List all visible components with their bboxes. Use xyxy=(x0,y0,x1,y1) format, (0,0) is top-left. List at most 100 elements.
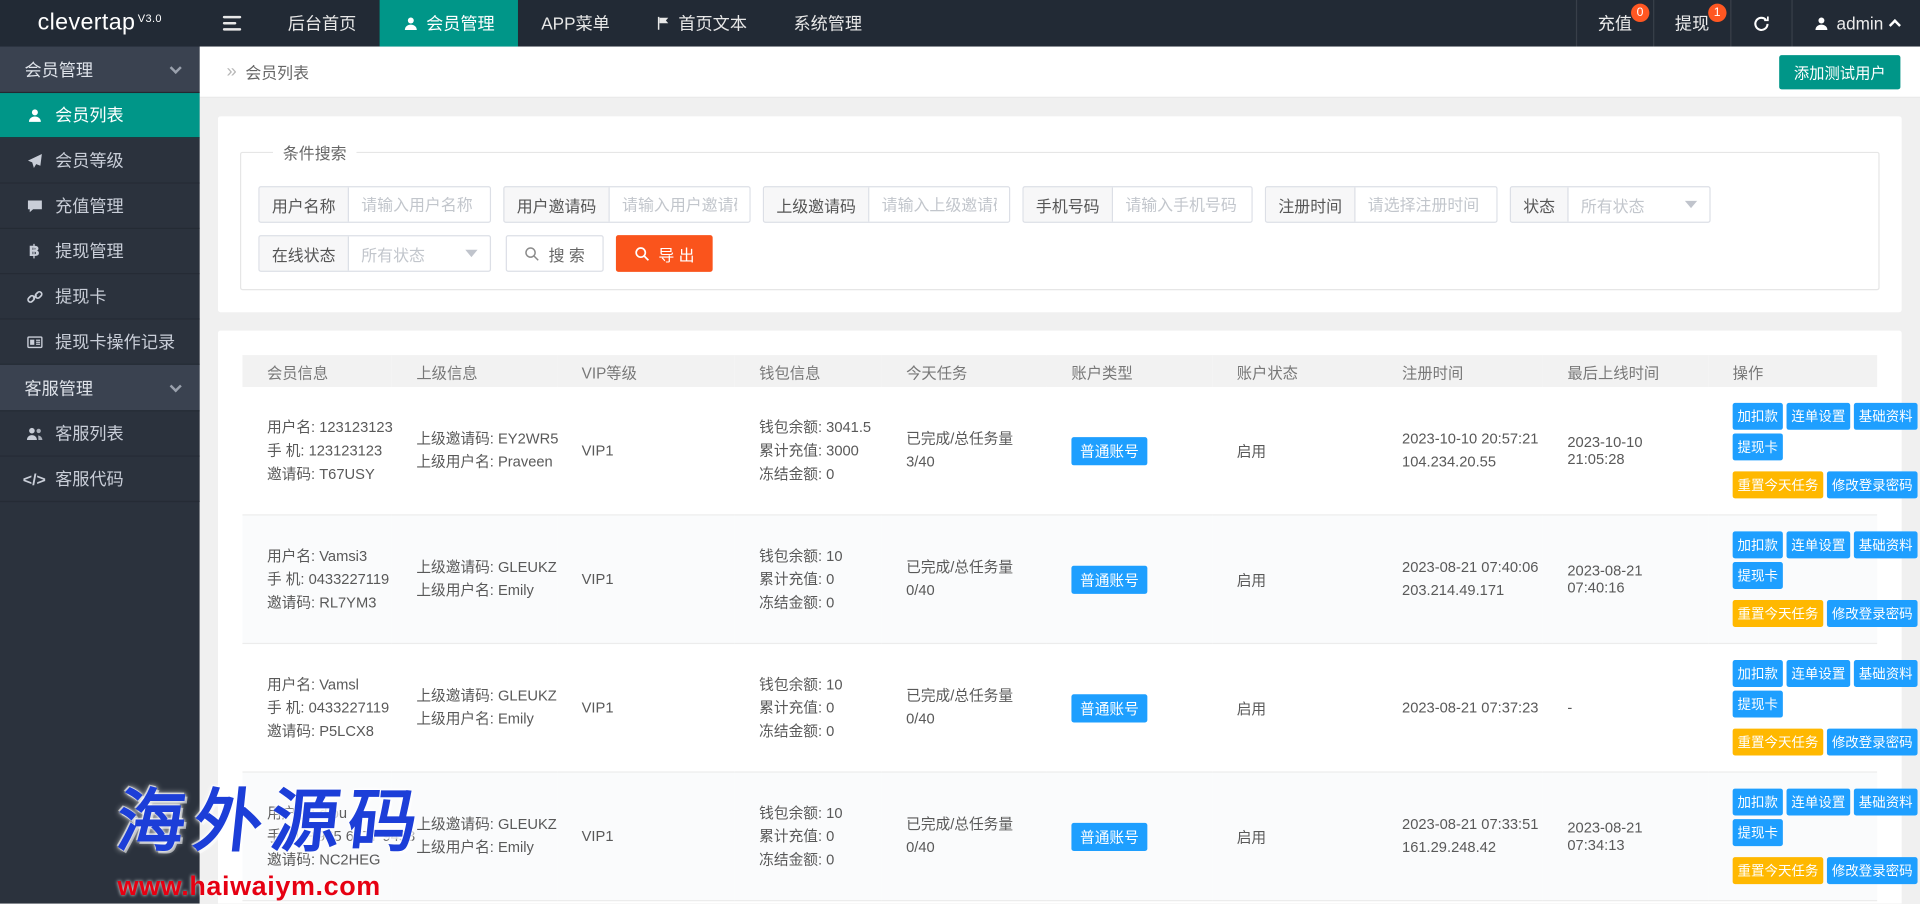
chain-order-button[interactable]: 连单设置 xyxy=(1787,403,1851,430)
register-time-cell: 2023-08-21 07:40:06203.214.49.171 xyxy=(1378,515,1543,644)
parent-info-cell: 上级邀请码: EY2WR5上级用户名: Praveen xyxy=(392,387,557,515)
member-info-cell: 用户名: dibu手 机: +965 6777 9453邀请码: NC2HEG xyxy=(242,772,391,901)
sidebar-item-1-3[interactable]: 充值管理 xyxy=(0,184,200,229)
search-field-input[interactable] xyxy=(1356,187,1497,221)
top-menu-item-3[interactable]: APP菜单 xyxy=(518,0,633,47)
reset-today-task-button[interactable]: 重置今天任务 xyxy=(1733,857,1824,884)
field-label: 上级邀请码: xyxy=(416,687,494,704)
change-password-button[interactable]: 修改登录密码 xyxy=(1827,600,1918,627)
account-status: 启用 xyxy=(1237,571,1266,588)
basic-profile-button[interactable]: 基础资料 xyxy=(1854,660,1918,687)
column-header-5: 今天任务 xyxy=(882,355,1047,387)
today-task-cell: 已完成/总任务量0/40 xyxy=(882,515,1047,644)
sidebar-item-2-1[interactable]: 客服列表 xyxy=(0,411,200,456)
sidebar-item-2-2[interactable]: </>客服代码 xyxy=(0,457,200,502)
add-deduct-button[interactable]: 加扣款 xyxy=(1733,789,1783,816)
field-label: 冻结金额: xyxy=(759,465,822,482)
add-deduct-button[interactable]: 加扣款 xyxy=(1733,660,1783,687)
add-deduct-button[interactable]: 加扣款 xyxy=(1733,403,1783,430)
sidebar-group-2[interactable]: 客服管理 xyxy=(0,365,200,412)
search-field-input[interactable] xyxy=(610,187,750,221)
search-field-input[interactable] xyxy=(349,187,490,221)
search-field-group-1: 用户名称 xyxy=(258,186,491,223)
sidebar-item-1-5[interactable]: 提现卡 xyxy=(0,274,200,319)
topbar: clevertap V3.0 后台首页会员管理APP菜单首页文本系统管理 充值 … xyxy=(0,0,1920,47)
sidebar-item-1-6[interactable]: 提现卡操作记录 xyxy=(0,320,200,365)
search-button[interactable]: 搜 索 xyxy=(506,235,603,272)
withdraw-card-button[interactable]: 提现卡 xyxy=(1733,433,1783,460)
sidebar-item-1-1[interactable]: 会员列表 xyxy=(0,93,200,138)
field-label: 钱包余额: xyxy=(759,675,822,692)
table-row: 用户名: Vamsi3手 机: 0433227119邀请码: RL7YM3上级邀… xyxy=(242,515,1877,644)
field-value: Emily xyxy=(498,839,534,856)
field-label: 钱包余额: xyxy=(759,547,822,564)
refresh-button[interactable] xyxy=(1730,0,1791,47)
field-value: 10 xyxy=(826,804,842,821)
withdraw-notice-button[interactable]: 提现 1 xyxy=(1653,0,1730,47)
search-field-input[interactable] xyxy=(1113,187,1251,221)
basic-profile-button[interactable]: 基础资料 xyxy=(1854,531,1918,558)
field-value: T67USY xyxy=(319,465,375,482)
field-label: 上级邀请码: xyxy=(416,430,494,447)
main-area: » 会员列表 添加测试用户 条件搜索 用户名称用户邀请码上级邀请码手机号码注册时… xyxy=(200,47,1920,904)
last-online-time: 2023-08-21 07:34:13 xyxy=(1567,819,1642,853)
admin-user-menu[interactable]: admin xyxy=(1791,0,1920,47)
top-menu-item-1[interactable]: 后台首页 xyxy=(264,0,379,47)
top-menu-item-5[interactable]: 系统管理 xyxy=(770,0,885,47)
field-value: 123123123 xyxy=(309,441,383,458)
sidebar-group-1[interactable]: 会员管理 xyxy=(0,47,200,94)
chain-order-button[interactable]: 连单设置 xyxy=(1787,789,1851,816)
action-buttons-secondary: 重置今天任务修改登录密码 xyxy=(1733,471,1920,498)
task-caption: 已完成/总任务量 xyxy=(906,558,1013,575)
online-status-select[interactable]: 所有状态 xyxy=(349,236,490,270)
chain-order-button[interactable]: 连单设置 xyxy=(1787,531,1851,558)
account-status-cell: 启用 xyxy=(1212,387,1377,515)
account-status-cell: 启用 xyxy=(1212,515,1377,644)
actions-cell: 加扣款连单设置基础资料提现卡重置今天任务修改登录密码 xyxy=(1708,387,1877,515)
account-type-cell: 普通账号 xyxy=(1047,387,1212,515)
vip-level-cell: VIP1 xyxy=(557,772,735,901)
field-label: 用户名: xyxy=(267,418,315,435)
field-value: +965 6777 9453 xyxy=(309,827,416,844)
reset-today-task-button[interactable]: 重置今天任务 xyxy=(1733,600,1824,627)
sidebar-toggle-button[interactable] xyxy=(200,0,265,47)
recharge-notice-button[interactable]: 充值 0 xyxy=(1576,0,1653,47)
member-table-card: 会员信息上级信息VIP等级钱包信息今天任务账户类型账户状态注册时间最后上线时间操… xyxy=(218,331,1902,904)
sidebar-item-1-4[interactable]: ฿提现管理 xyxy=(0,229,200,274)
top-menu-item-4[interactable]: 首页文本 xyxy=(633,0,770,47)
export-button[interactable]: 导 出 xyxy=(615,235,712,272)
status-select[interactable]: 所有状态 xyxy=(1569,187,1710,221)
account-status-cell: 启用 xyxy=(1212,643,1377,772)
register-ip: 104.234.20.55 xyxy=(1402,453,1496,470)
logo-text: clevertap xyxy=(38,10,136,37)
withdraw-label: 提现 xyxy=(1675,11,1709,35)
basic-profile-button[interactable]: 基础资料 xyxy=(1854,789,1918,816)
search-field-label: 用户名称 xyxy=(260,187,349,221)
chevron-up-icon xyxy=(1889,19,1901,31)
basic-profile-button[interactable]: 基础资料 xyxy=(1854,403,1918,430)
account-type-badge: 普通账号 xyxy=(1071,694,1147,722)
action-buttons-secondary: 重置今天任务修改登录密码 xyxy=(1733,857,1920,884)
reset-today-task-button[interactable]: 重置今天任务 xyxy=(1733,471,1824,498)
withdraw-card-button[interactable]: 提现卡 xyxy=(1733,562,1783,589)
chevron-down-icon xyxy=(465,250,477,257)
parent-info-cell: 上级邀请码: GLEUKZ上级用户名: Emily xyxy=(392,515,557,644)
flag-icon xyxy=(656,16,671,31)
withdraw-card-button[interactable]: 提现卡 xyxy=(1733,819,1783,846)
reset-today-task-button[interactable]: 重置今天任务 xyxy=(1733,729,1824,756)
change-password-button[interactable]: 修改登录密码 xyxy=(1827,729,1918,756)
change-password-button[interactable]: 修改登录密码 xyxy=(1827,857,1918,884)
sidebar-item-1-2[interactable]: 会员等级 xyxy=(0,138,200,183)
change-password-button[interactable]: 修改登录密码 xyxy=(1827,471,1918,498)
withdraw-card-button[interactable]: 提现卡 xyxy=(1733,691,1783,718)
top-menu-item-2[interactable]: 会员管理 xyxy=(380,0,518,47)
field-value: 3000 xyxy=(826,441,859,458)
field-value: Vamsl xyxy=(319,675,359,692)
column-header-9: 最后上线时间 xyxy=(1543,355,1708,387)
topbar-right: 充值 0 提现 1 admin xyxy=(1576,0,1920,47)
chain-order-button[interactable]: 连单设置 xyxy=(1787,660,1851,687)
search-field-input[interactable] xyxy=(869,187,1009,221)
column-header-10: 操作 xyxy=(1708,355,1877,387)
add-test-user-button[interactable]: 添加测试用户 xyxy=(1779,54,1900,88)
add-deduct-button[interactable]: 加扣款 xyxy=(1733,531,1783,558)
